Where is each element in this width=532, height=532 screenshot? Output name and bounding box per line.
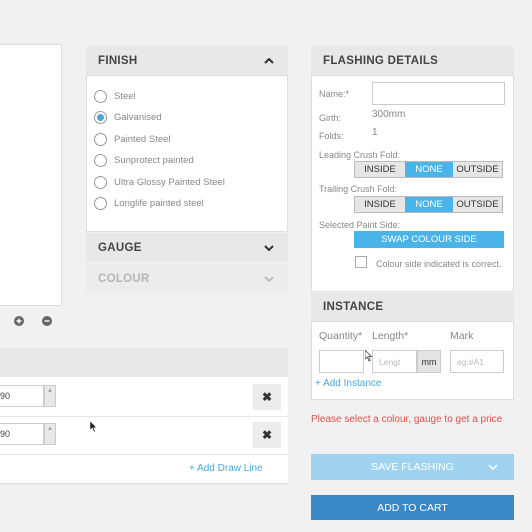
chevron-down-icon: [264, 244, 274, 251]
delete-line-button[interactable]: ✖: [253, 422, 281, 448]
radio-button[interactable]: [94, 154, 107, 167]
leading-crush-fold-label: Leading Crush Fold:: [319, 150, 401, 160]
paint-side-label: Selected Paint Side:: [319, 220, 401, 230]
gauge-header[interactable]: GAUGE: [86, 233, 288, 262]
radio-button[interactable]: [94, 90, 107, 103]
length-input[interactable]: Lengt: [372, 350, 417, 373]
mouse-cursor-icon: [89, 420, 98, 433]
girth-label: Girth:: [319, 113, 342, 123]
finish-option[interactable]: Sunprotect painted: [94, 154, 194, 167]
quantity-label: Quantity*: [319, 330, 363, 342]
finish-option[interactable]: Painted Steel: [94, 133, 171, 146]
finish-option[interactable]: Ultra Glossy Painted Steel: [94, 176, 225, 189]
close-icon: ✖: [261, 428, 273, 442]
add-to-cart-button[interactable]: ADD TO CART: [311, 495, 514, 520]
draw-lines-header: [0, 348, 288, 377]
colour-side-confirm-label: Colour side indicated is correct.: [376, 259, 502, 269]
colour-header[interactable]: COLOUR: [86, 264, 288, 293]
finish-option[interactable]: Galvanised: [94, 111, 162, 124]
colour-side-checkbox[interactable]: [355, 256, 367, 268]
radio-button[interactable]: [94, 197, 107, 210]
trailing-crush-fold-label: Trailing Crush Fold:: [319, 184, 398, 194]
name-label: Name:*: [319, 89, 350, 99]
save-flashing-button[interactable]: SAVE FLASHING: [311, 454, 514, 480]
instance-title: INSTANCE: [323, 301, 384, 313]
price-error-message: Please select a colour, gauge to get a p…: [311, 414, 503, 425]
leading-inside-option[interactable]: INSIDE: [355, 162, 405, 177]
folds-label: Folds:: [319, 131, 344, 141]
flashing-details-header: FLASHING DETAILS: [311, 46, 514, 75]
drawing-canvas[interactable]: [0, 44, 62, 306]
finish-title: FINISH: [98, 54, 138, 67]
mark-label: Mark: [450, 330, 474, 342]
close-icon: ✖: [261, 390, 273, 404]
leading-outside-option[interactable]: OUTSIDE: [453, 162, 502, 177]
trailing-none-option[interactable]: NONE: [405, 197, 453, 212]
chevron-down-icon: [488, 464, 498, 470]
zoom-out-icon[interactable]: [41, 314, 53, 326]
flashing-details-title: FLASHING DETAILS: [323, 54, 439, 67]
name-input[interactable]: [372, 82, 505, 105]
line-length-spinner[interactable]: ▴: [44, 423, 56, 445]
mark-input[interactable]: eg:#A1: [450, 350, 504, 373]
line-length-input[interactable]: 90: [0, 385, 44, 407]
finish-option[interactable]: Steel: [94, 90, 136, 103]
chevron-down-icon: [264, 275, 274, 282]
gauge-title: GAUGE: [98, 241, 142, 254]
add-draw-line-link[interactable]: + Add Draw Line: [189, 463, 263, 474]
trailing-outside-option[interactable]: OUTSIDE: [453, 197, 502, 212]
finish-header[interactable]: FINISH: [86, 46, 288, 75]
mouse-cursor-icon: [364, 349, 373, 362]
instance-header: INSTANCE: [311, 293, 514, 321]
zoom-in-icon[interactable]: [13, 314, 25, 326]
line-length-spinner[interactable]: ▴: [44, 385, 56, 407]
swap-colour-side-button[interactable]: SWAP COLOUR SIDE: [354, 231, 504, 248]
radio-button[interactable]: [94, 133, 107, 146]
length-label: Length*: [372, 330, 409, 342]
line-length-value: 90: [0, 429, 11, 439]
finish-option[interactable]: Longlife painted steel: [94, 197, 204, 210]
radio-button-selected[interactable]: [94, 111, 107, 124]
chevron-up-icon: [264, 57, 274, 64]
line-length-value: 90: [0, 391, 11, 401]
add-instance-link[interactable]: + Add Instance: [315, 378, 381, 389]
line-length-input[interactable]: 90: [0, 423, 44, 445]
girth-value: 300mm: [372, 109, 406, 120]
trailing-inside-option[interactable]: INSIDE: [355, 197, 405, 212]
radio-button[interactable]: [94, 176, 107, 189]
length-unit: mm: [417, 350, 441, 373]
quantity-input[interactable]: [319, 350, 364, 373]
leading-none-option[interactable]: NONE: [405, 162, 453, 177]
folds-value: 1: [372, 127, 378, 138]
leading-crush-fold-toggle: INSIDE NONE OUTSIDE: [354, 161, 503, 178]
colour-title: COLOUR: [98, 272, 150, 285]
trailing-crush-fold-toggle: INSIDE NONE OUTSIDE: [354, 196, 503, 213]
delete-line-button[interactable]: ✖: [253, 384, 281, 410]
